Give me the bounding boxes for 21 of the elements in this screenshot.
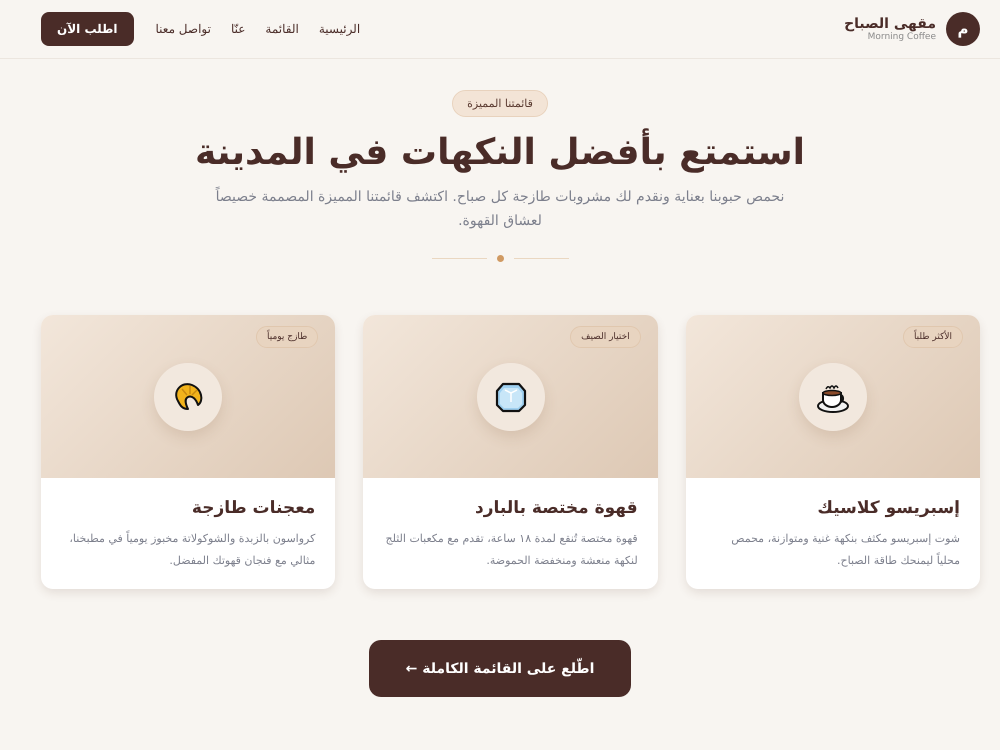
card-title: إسبريسو كلاسيك xyxy=(816,498,960,518)
brand-name: مقهى الصباح xyxy=(844,16,936,32)
card-tag: اختيار الصيف xyxy=(570,326,641,348)
logo-badge[interactable]: م xyxy=(946,12,980,46)
order-button[interactable]: اطلب الآن xyxy=(41,12,134,46)
card-description: قهوة مختصة تُنقع لمدة ١٨ ساعة، تقدم مع مكعبات الثلج لنكهة منعشة ومنخفضة الحموضة. xyxy=(384,531,638,569)
full-menu-button[interactable]: اطّلع على القائمة الكاملة ← xyxy=(369,640,631,697)
card-description: شوت إسبريسو مكثف بنكهة غنية ومتوازنة، محمص محلياً ليمنحك طاقة الصباح. xyxy=(730,531,960,569)
card-tag: طازج يومياً xyxy=(256,326,318,348)
brand-subtitle: Morning Coffee xyxy=(868,32,936,42)
card-title: قهوة مختصة بالبارد xyxy=(474,498,638,518)
hero-subtitle: نحمص حبوبنا بعناية ونقدم لك مشروبات طازجة كل صباح. اكتشف قائمتنا المميزة المصممة خصيصاً لعشاق القهوة. xyxy=(215,185,785,233)
section-badge: قائمتنا المميزة xyxy=(452,90,548,117)
nav-link[interactable]: الرئيسية xyxy=(318,22,360,36)
card-title: معجنات طازجة xyxy=(190,498,316,518)
nav-link[interactable]: القائمة xyxy=(265,22,299,36)
card-tag: الأكثر طلباً xyxy=(902,326,963,348)
card-description: كرواسون بالزبدة والشوكولاتة مخبوز يومياً في مطبخنا، مثالي مع فنجان قهوتك المفضل. xyxy=(68,530,316,569)
nav-link[interactable]: تواصل معنا xyxy=(156,22,211,36)
nav-link[interactable]: عنّا xyxy=(230,22,246,36)
divider-dot xyxy=(496,255,504,262)
